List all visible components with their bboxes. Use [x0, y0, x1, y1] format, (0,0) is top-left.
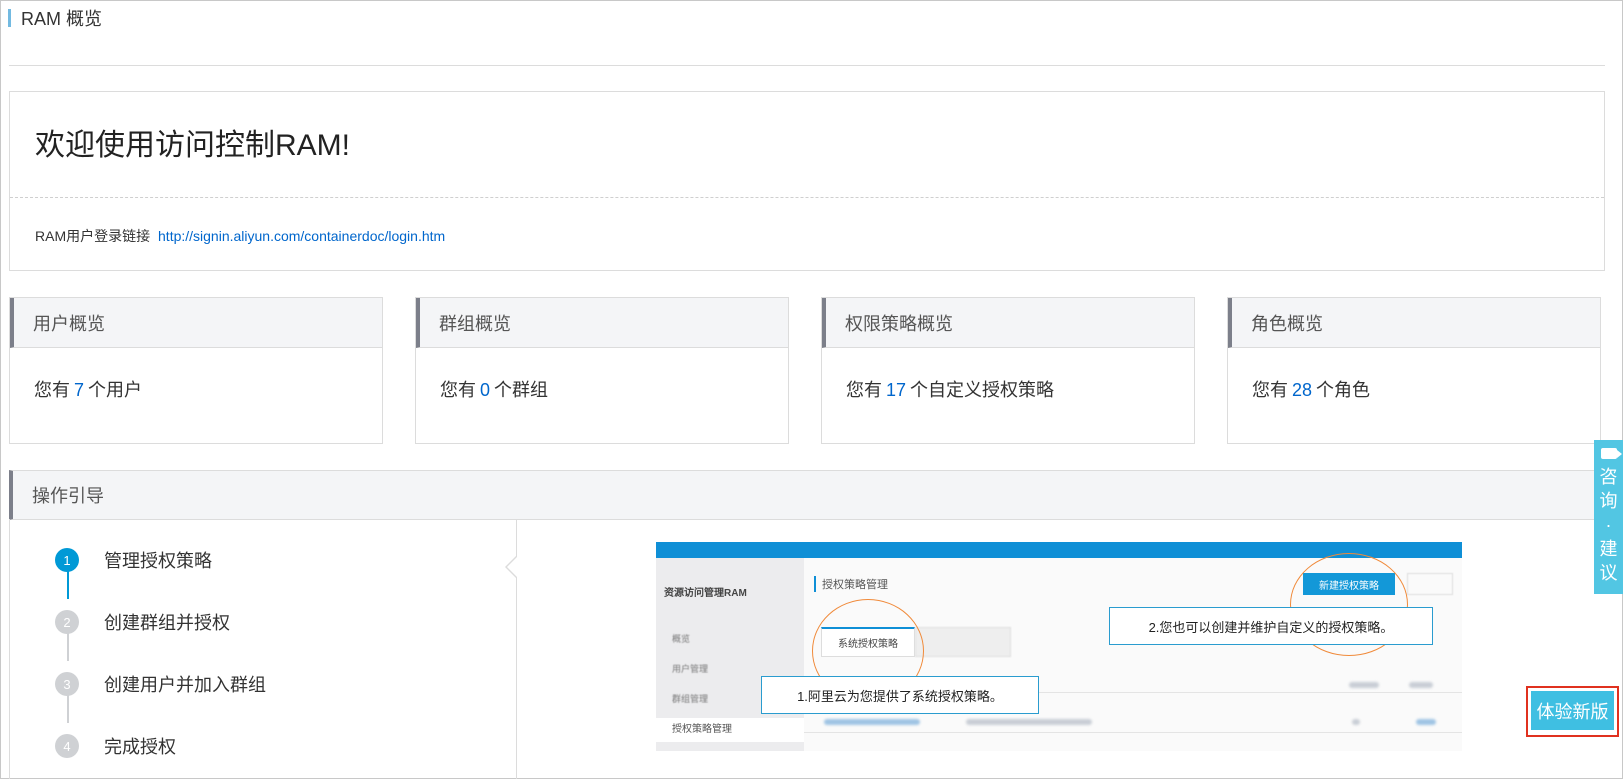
- login-link[interactable]: http://signin.aliyun.com/containerdoc/lo…: [158, 228, 445, 244]
- step-label: 创建用户并加入群组: [104, 675, 266, 695]
- illustration-app-name: 资源访问管理RAM: [664, 588, 747, 599]
- card-text-prefix: 您有: [440, 380, 476, 400]
- policy-count-link[interactable]: 17: [886, 380, 906, 400]
- illustration-callout-1: 1.阿里云为您提供了系统授权策略。: [761, 676, 1039, 714]
- consult-char: 建: [1599, 539, 1618, 559]
- page-title: RAM 概览: [21, 9, 102, 29]
- welcome-heading: 欢迎使用访问控制RAM!: [35, 129, 350, 162]
- card-text-suffix: 个群组: [494, 380, 549, 400]
- card-title: 用户概览: [10, 298, 382, 348]
- step-label: 完成授权: [104, 737, 176, 757]
- consult-suggest-tab[interactable]: 咨 询 · 建 议: [1594, 440, 1623, 594]
- step-complete[interactable]: 4 完成授权: [55, 733, 176, 759]
- illustration-blur-text: [966, 719, 1092, 725]
- illustration-callout-2: 2.您也可以创建并维护自定义的授权策略。: [1109, 607, 1433, 645]
- step-create-group[interactable]: 2 创建群组并授权: [55, 609, 230, 635]
- step-number: 1: [55, 548, 79, 572]
- card-text-prefix: 您有: [34, 380, 70, 400]
- group-count-link[interactable]: 0: [480, 380, 490, 400]
- login-link-row: RAM用户登录链接 http://signin.aliyun.com/conta…: [35, 226, 445, 246]
- step-number: 4: [55, 734, 79, 758]
- illustration-sidebar: 资源访问管理RAM 概览 用户管理 群组管理 授权策略管理: [656, 558, 804, 751]
- welcome-panel: 欢迎使用访问控制RAM! RAM用户登录链接 http://signin.ali…: [9, 91, 1605, 271]
- illustration-refresh-button: [1407, 573, 1453, 595]
- title-accent-bar: [8, 9, 11, 27]
- illustration-nav-item-current: 授权策略管理: [656, 718, 804, 742]
- card-text-suffix: 个角色: [1316, 380, 1371, 400]
- illustration-blur-text: [1352, 719, 1360, 725]
- card-body: 您有 0 个群组: [416, 348, 788, 402]
- step-pointer: [505, 555, 518, 579]
- role-overview-card: 角色概览 您有 28 个角色: [1227, 297, 1601, 444]
- illustration-nav-item: 概览: [672, 634, 691, 644]
- step-label: 创建群组并授权: [104, 613, 230, 633]
- consult-char: ·: [1605, 515, 1612, 535]
- card-title: 群组概览: [416, 298, 788, 348]
- illustration-tab-custom: [915, 627, 1011, 657]
- step-number: 3: [55, 672, 79, 696]
- page-header: RAM 概览: [8, 6, 102, 30]
- consult-char: 咨: [1599, 467, 1618, 487]
- chat-icon: [1600, 448, 1622, 459]
- login-link-label: RAM用户登录链接: [35, 228, 151, 244]
- welcome-divider: [10, 197, 1604, 198]
- card-body: 您有 17 个自定义授权策略: [822, 348, 1194, 402]
- illustration-blur-text: [1416, 719, 1436, 725]
- step-manage-policy[interactable]: 1 管理授权策略: [55, 547, 212, 573]
- illustration-table-line: [804, 732, 1462, 733]
- illustration-blur-text: [1409, 682, 1433, 688]
- guide-illustration: 资源访问管理RAM 概览 用户管理 群组管理 授权策略管理 授权策略管理 新建授…: [656, 542, 1462, 751]
- card-text-prefix: 您有: [1252, 380, 1288, 400]
- card-title: 权限策略概览: [822, 298, 1194, 348]
- step-label: 管理授权策略: [104, 551, 212, 571]
- illustration-nav-item: 用户管理: [672, 664, 709, 674]
- consult-char: 询: [1599, 491, 1618, 511]
- policy-overview-card: 权限策略概览 您有 17 个自定义授权策略: [821, 297, 1195, 444]
- step-number: 2: [55, 610, 79, 634]
- illustration-blur-text: [1349, 682, 1379, 688]
- card-body: 您有 7 个用户: [10, 348, 382, 402]
- card-title: 角色概览: [1228, 298, 1600, 348]
- card-text-suffix: 个自定义授权策略: [910, 380, 1055, 400]
- consult-char: 议: [1599, 563, 1618, 583]
- try-new-version-button[interactable]: 体验新版: [1531, 691, 1614, 730]
- group-overview-card: 群组概览 您有 0 个群组: [415, 297, 789, 444]
- step-create-user[interactable]: 3 创建用户并加入群组: [55, 671, 266, 697]
- illustration-blur-text: [824, 719, 920, 725]
- new-version-highlight: 体验新版: [1526, 686, 1619, 737]
- illustration-page-title: 授权策略管理: [814, 576, 888, 592]
- user-count-link[interactable]: 7: [74, 380, 84, 400]
- card-text-suffix: 个用户: [88, 380, 143, 400]
- illustration-nav-item: 群组管理: [672, 694, 709, 704]
- header-divider: [9, 65, 1605, 66]
- guide-title: 操作引导: [9, 470, 1605, 520]
- role-count-link[interactable]: 28: [1292, 380, 1312, 400]
- card-text-prefix: 您有: [846, 380, 882, 400]
- guide-steps: 1 管理授权策略 2 创建群组并授权 3 创建用户并加入群组 4 完成授权: [10, 519, 518, 779]
- card-body: 您有 28 个角色: [1228, 348, 1600, 402]
- user-overview-card: 用户概览 您有 7 个用户: [9, 297, 383, 444]
